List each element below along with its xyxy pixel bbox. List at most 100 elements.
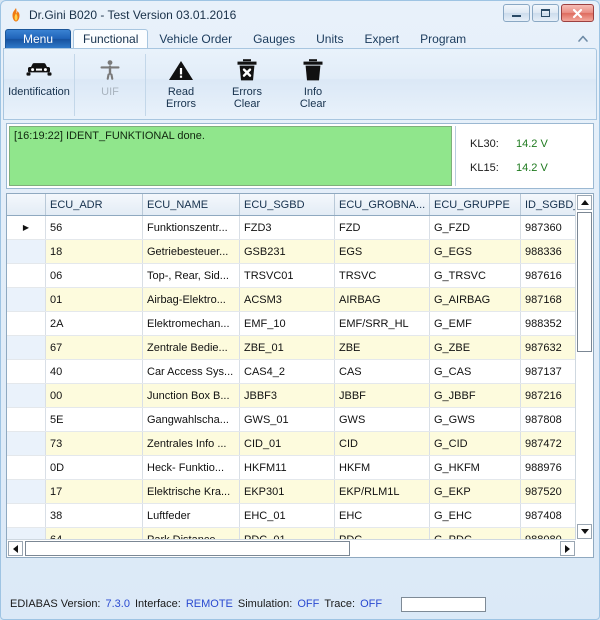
maximize-button[interactable] (532, 4, 559, 22)
cell-ecu-name[interactable]: Zentrales Info ... (143, 432, 240, 456)
cell-id-sgbd-index[interactable]: 988352 (521, 312, 576, 336)
cell-ecu-sgbd[interactable]: ACSM3 (240, 288, 335, 312)
cell-ecu-name[interactable]: Heck- Funktio... (143, 456, 240, 480)
cell-ecu-sgbd[interactable]: FZD3 (240, 216, 335, 240)
cell-ecu-sgbd[interactable]: EMF_10 (240, 312, 335, 336)
table-row[interactable]: 17Elektrische Kra...EKP301EKP/RLM1LG_EKP… (7, 480, 576, 504)
cell-ecu-name[interactable]: Car Access Sys... (143, 360, 240, 384)
scroll-left-button[interactable] (8, 541, 23, 556)
cell-ecu-gruppe[interactable]: G_EMF (430, 312, 521, 336)
menu-button[interactable]: Menu (5, 29, 71, 48)
cell-ecu-gruppe[interactable]: G_FZD (430, 216, 521, 240)
column-header-ecu-gruppe[interactable]: ECU_GRUPPE (430, 194, 521, 216)
table-row[interactable]: 01Airbag-Elektro...ACSM3AIRBAGG_AIRBAG98… (7, 288, 576, 312)
info-clear-button[interactable]: Info Clear (280, 51, 346, 119)
table-row[interactable]: 40Car Access Sys...CAS4_2CASG_CAS987137 (7, 360, 576, 384)
row-selector-cell[interactable] (7, 336, 46, 360)
cell-id-sgbd-index[interactable]: 987216 (521, 384, 576, 408)
cell-ecu-grobname[interactable]: EGS (335, 240, 430, 264)
cell-id-sgbd-index[interactable]: 987408 (521, 504, 576, 528)
cell-ecu-grobname[interactable]: AIRBAG (335, 288, 430, 312)
cell-ecu-gruppe[interactable]: G_CID (430, 432, 521, 456)
row-selector-cell[interactable] (7, 240, 46, 264)
cell-ecu-grobname[interactable]: EHC (335, 504, 430, 528)
table-row[interactable]: ▶56Funktionszentr...FZD3FZDG_FZD987360 (7, 216, 576, 240)
cell-ecu-sgbd[interactable]: GSB231 (240, 240, 335, 264)
column-header-ecu-name[interactable]: ECU_NAME (143, 194, 240, 216)
column-header-ecu-grobname[interactable]: ECU_GROBNA... (335, 194, 430, 216)
column-header-ecu-adr[interactable]: ECU_ADR (46, 194, 143, 216)
cell-ecu-name[interactable]: Airbag-Elektro... (143, 288, 240, 312)
cell-id-sgbd-index[interactable]: 987632 (521, 336, 576, 360)
table-row[interactable]: 2AElektromechan...EMF_10EMF/SRR_HLG_EMF9… (7, 312, 576, 336)
column-header-id-sgbd-index[interactable]: ID_SGBD_INDEX (521, 194, 576, 216)
row-selector-cell[interactable] (7, 384, 46, 408)
cell-id-sgbd-index[interactable]: 987808 (521, 408, 576, 432)
cell-ecu-grobname[interactable]: CAS (335, 360, 430, 384)
scroll-up-button[interactable] (577, 195, 592, 210)
cell-ecu-name[interactable]: Top-, Rear, Sid... (143, 264, 240, 288)
identification-button[interactable]: Identification (6, 51, 72, 119)
cell-id-sgbd-index[interactable]: 987520 (521, 480, 576, 504)
scroll-down-button[interactable] (577, 524, 592, 539)
cell-ecu-gruppe[interactable]: G_EGS (430, 240, 521, 264)
cell-ecu-adr[interactable]: 73 (46, 432, 143, 456)
cell-ecu-adr[interactable]: 06 (46, 264, 143, 288)
errors-clear-button[interactable]: Errors Clear (214, 51, 280, 119)
cell-ecu-grobname[interactable]: CID (335, 432, 430, 456)
cell-ecu-sgbd[interactable]: CAS4_2 (240, 360, 335, 384)
cell-ecu-adr[interactable]: 67 (46, 336, 143, 360)
cell-ecu-adr[interactable]: 0D (46, 456, 143, 480)
table-row[interactable]: 67Zentrale Bedie...ZBE_01ZBEG_ZBE987632 (7, 336, 576, 360)
cell-ecu-grobname[interactable]: ZBE (335, 336, 430, 360)
cell-ecu-grobname[interactable]: HKFM (335, 456, 430, 480)
cell-ecu-name[interactable]: Getriebesteuer... (143, 240, 240, 264)
cell-ecu-name[interactable]: Luftfeder (143, 504, 240, 528)
close-button[interactable] (561, 4, 594, 22)
cell-id-sgbd-index[interactable]: 988336 (521, 240, 576, 264)
column-header-ecu-sgbd[interactable]: ECU_SGBD (240, 194, 335, 216)
cell-ecu-gruppe[interactable]: G_AIRBAG (430, 288, 521, 312)
row-selector-cell[interactable] (7, 456, 46, 480)
tab-functional[interactable]: Functional (73, 29, 148, 48)
cell-ecu-name[interactable]: Zentrale Bedie... (143, 336, 240, 360)
cell-ecu-adr[interactable]: 00 (46, 384, 143, 408)
cell-ecu-sgbd[interactable]: GWS_01 (240, 408, 335, 432)
row-selector-cell[interactable] (7, 480, 46, 504)
horizontal-scroll-thumb[interactable] (25, 541, 350, 556)
cell-ecu-gruppe[interactable]: G_EHC (430, 504, 521, 528)
cell-ecu-grobname[interactable]: EMF/SRR_HL (335, 312, 430, 336)
row-selector-cell[interactable] (7, 264, 46, 288)
tab-vehicle-order[interactable]: Vehicle Order (149, 29, 242, 48)
cell-ecu-adr[interactable]: 17 (46, 480, 143, 504)
table-row[interactable]: 38LuftfederEHC_01EHCG_EHC987408 (7, 504, 576, 528)
cell-id-sgbd-index[interactable]: 987616 (521, 264, 576, 288)
cell-ecu-gruppe[interactable]: G_JBBF (430, 384, 521, 408)
cell-ecu-grobname[interactable]: JBBF (335, 384, 430, 408)
cell-ecu-name[interactable]: Elektromechan... (143, 312, 240, 336)
cell-ecu-gruppe[interactable]: G_EKP (430, 480, 521, 504)
uif-button[interactable]: UIF (77, 51, 143, 119)
horizontal-scrollbar[interactable] (7, 539, 576, 557)
cell-id-sgbd-index[interactable]: 987168 (521, 288, 576, 312)
cell-ecu-adr[interactable]: 5E (46, 408, 143, 432)
cell-ecu-gruppe[interactable]: G_CAS (430, 360, 521, 384)
table-row[interactable]: 0DHeck- Funktio...HKFM11HKFMG_HKFM988976 (7, 456, 576, 480)
cell-ecu-grobname[interactable]: EKP/RLM1L (335, 480, 430, 504)
cell-ecu-adr[interactable]: 2A (46, 312, 143, 336)
cell-id-sgbd-index[interactable]: 988976 (521, 456, 576, 480)
table-row[interactable]: 00Junction Box B...JBBF3JBBFG_JBBF987216 (7, 384, 576, 408)
cell-ecu-name[interactable]: Funktionszentr... (143, 216, 240, 240)
row-selector-cell[interactable] (7, 432, 46, 456)
row-selector-cell[interactable] (7, 360, 46, 384)
cell-ecu-grobname[interactable]: TRSVC (335, 264, 430, 288)
table-row[interactable]: 18Getriebesteuer...GSB231EGSG_EGS988336 (7, 240, 576, 264)
scroll-right-button[interactable] (560, 541, 575, 556)
cell-ecu-adr[interactable]: 40 (46, 360, 143, 384)
tab-gauges[interactable]: Gauges (243, 29, 305, 48)
tab-program[interactable]: Program (410, 29, 476, 48)
table-row[interactable]: 73Zentrales Info ...CID_01CIDG_CID987472 (7, 432, 576, 456)
cell-id-sgbd-index[interactable]: 987472 (521, 432, 576, 456)
read-errors-button[interactable]: Read Errors (148, 51, 214, 119)
cell-ecu-grobname[interactable]: FZD (335, 216, 430, 240)
